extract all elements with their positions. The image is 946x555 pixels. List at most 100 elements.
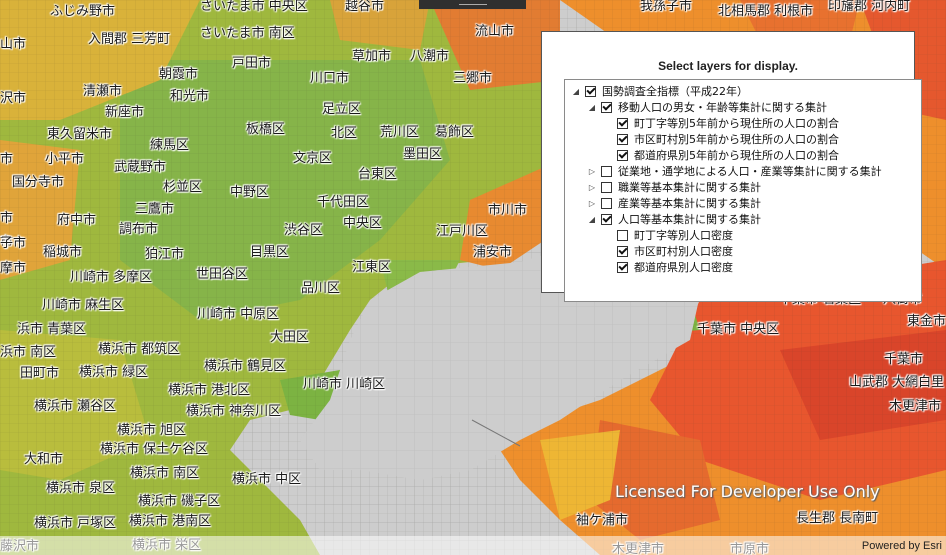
layer-node[interactable]: 町丁字等別人口密度	[603, 227, 733, 243]
place-label: 横浜市 神奈川区	[186, 404, 282, 419]
place-label: 横浜市 港南区	[129, 514, 212, 529]
place-label: 板橋区	[246, 122, 286, 137]
collapse-arrow-icon[interactable]: ◢	[587, 102, 597, 112]
place-label: 千代田区	[317, 195, 370, 210]
place-label: 横浜市 旭区	[117, 423, 187, 438]
place-label: 袖ケ浦市	[576, 513, 629, 528]
layer-label: 職業等基本集計に関する集計	[618, 181, 761, 194]
layer-checkbox[interactable]	[617, 117, 628, 129]
layer-node[interactable]: 都道府県別5年前から現住所の人口の割合	[603, 147, 839, 163]
place-label: 杉並区	[163, 180, 203, 195]
place-label: ふじみ野市	[50, 4, 116, 19]
place-label: 練馬区	[150, 138, 190, 153]
place-label: 山武郡 大網白里	[849, 375, 945, 390]
collapse-arrow-icon[interactable]: ◢	[571, 86, 581, 96]
place-label: さいたま市 南区	[200, 26, 295, 41]
place-label: 横浜市 保土ケ谷区	[100, 442, 209, 457]
place-label: 和光市	[170, 89, 210, 104]
place-label: 稲城市	[43, 245, 83, 260]
place-label: 横浜市 港北区	[168, 383, 251, 398]
layer-node[interactable]: ◢ 人口等基本集計に関する集計	[587, 211, 761, 227]
expand-arrow-icon[interactable]: ▷	[587, 198, 597, 208]
layer-checkbox[interactable]	[601, 165, 612, 177]
place-label: 江戸川区	[436, 224, 489, 239]
layer-node[interactable]: 町丁字等別5年前から現住所の人口の割合	[603, 115, 839, 131]
layer-node[interactable]: ◢ 移動人口の男女・年齢等集計に関する集計	[587, 99, 827, 115]
layer-node[interactable]: ▷ 従業地・通学地による人口・産業等集計に関する集計	[587, 163, 882, 179]
place-label: 荒川区	[380, 125, 420, 140]
layer-label: 都道府県別5年前から現住所の人口の割合	[634, 149, 839, 162]
place-label: 横浜市 泉区	[46, 481, 116, 496]
place-label: 横浜市 都筑区	[98, 342, 181, 357]
place-label: 浜市 南区	[0, 345, 57, 360]
layer-checkbox[interactable]	[601, 101, 612, 113]
place-label: 北区	[331, 126, 358, 141]
place-label: 横浜市 中区	[232, 472, 302, 487]
arrow-spacer	[603, 230, 613, 240]
layer-checkbox[interactable]	[617, 133, 628, 145]
layer-node[interactable]: 市区町村別5年前から現住所の人口の割合	[603, 131, 839, 147]
place-label: 木更津市	[889, 399, 942, 414]
place-label: 流山市	[475, 24, 515, 39]
place-label: 朝霞市	[159, 67, 199, 82]
place-label: 川口市	[310, 71, 350, 86]
powered-by-esri[interactable]: Powered by Esri	[862, 540, 942, 552]
layer-label: 町丁字等別5年前から現住所の人口の割合	[634, 117, 839, 130]
place-label: 市川市	[488, 203, 528, 218]
place-label: 品川区	[301, 281, 341, 296]
drag-handle[interactable]	[419, 0, 526, 9]
license-watermark: Licensed For Developer Use Only	[615, 482, 880, 501]
layer-panel: Select layers for display. ◢ 国勢調査全指標（平成22…	[541, 31, 922, 302]
place-label: 東久留米市	[47, 127, 113, 142]
place-label: 川崎市 多摩区	[70, 270, 153, 285]
place-label: 文京区	[293, 151, 333, 166]
place-label: 川崎市 川崎区	[303, 377, 386, 392]
place-label: 市	[0, 211, 14, 226]
place-label: 北相馬郡 利根市	[718, 4, 814, 19]
place-label: 越谷市	[345, 0, 385, 14]
place-label: 大和市	[24, 452, 64, 467]
place-label: 小平市	[45, 152, 85, 167]
collapse-arrow-icon[interactable]: ◢	[587, 214, 597, 224]
layer-checkbox[interactable]	[601, 213, 612, 225]
layer-node[interactable]: ▷ 産業等基本集計に関する集計	[587, 195, 761, 211]
place-label: 我孫子市	[640, 0, 693, 14]
place-label: 市	[0, 152, 14, 167]
layer-node[interactable]: 市区町村別人口密度	[603, 243, 733, 259]
place-label: 横浜市 南区	[130, 466, 200, 481]
place-label: 印旛郡 河内町	[828, 0, 911, 14]
place-label: 狛江市	[145, 247, 185, 262]
expand-arrow-icon[interactable]: ▷	[587, 166, 597, 176]
place-label: さいたま市 中央区	[200, 0, 308, 14]
layer-label: 産業等基本集計に関する集計	[618, 197, 761, 210]
place-label: 沢市	[0, 91, 27, 106]
layer-checkbox[interactable]	[617, 149, 628, 161]
layer-node[interactable]: ▷ 職業等基本集計に関する集計	[587, 179, 761, 195]
place-label: 清瀬市	[83, 84, 123, 99]
place-label: 千葉市 中央区	[697, 322, 780, 337]
layer-checkbox[interactable]	[585, 85, 596, 97]
layer-checkbox[interactable]	[617, 229, 628, 241]
place-label: 千葉市	[884, 352, 924, 367]
layer-node[interactable]: ◢ 国勢調査全指標（平成22年）	[571, 83, 748, 99]
place-label: 国分寺市	[12, 175, 65, 190]
place-label: 子市	[0, 236, 27, 251]
attribution-bar: Powered by Esri	[0, 536, 946, 555]
arrow-spacer	[603, 118, 613, 128]
place-label: 葛飾区	[435, 125, 475, 140]
layer-label: 市区町村別人口密度	[634, 245, 733, 258]
layer-checkbox[interactable]	[601, 181, 612, 193]
layer-checkbox[interactable]	[617, 261, 628, 273]
arrow-spacer	[603, 262, 613, 272]
layer-node[interactable]: 都道府県別人口密度	[603, 259, 733, 275]
layer-checkbox[interactable]	[617, 245, 628, 257]
place-label: 八潮市	[410, 49, 450, 64]
layer-tree: ◢ 国勢調査全指標（平成22年） ◢ 移動人口の男女・年齢等集計に関する集計町丁字等別…	[564, 79, 922, 302]
place-label: 入間郡 三芳町	[88, 32, 171, 47]
place-label: 武蔵野市	[114, 160, 167, 175]
place-label: 浜市 青葉区	[17, 322, 87, 337]
place-label: 横浜市 鶴見区	[204, 359, 287, 374]
place-label: 中野区	[230, 185, 270, 200]
layer-checkbox[interactable]	[601, 197, 612, 209]
expand-arrow-icon[interactable]: ▷	[587, 182, 597, 192]
